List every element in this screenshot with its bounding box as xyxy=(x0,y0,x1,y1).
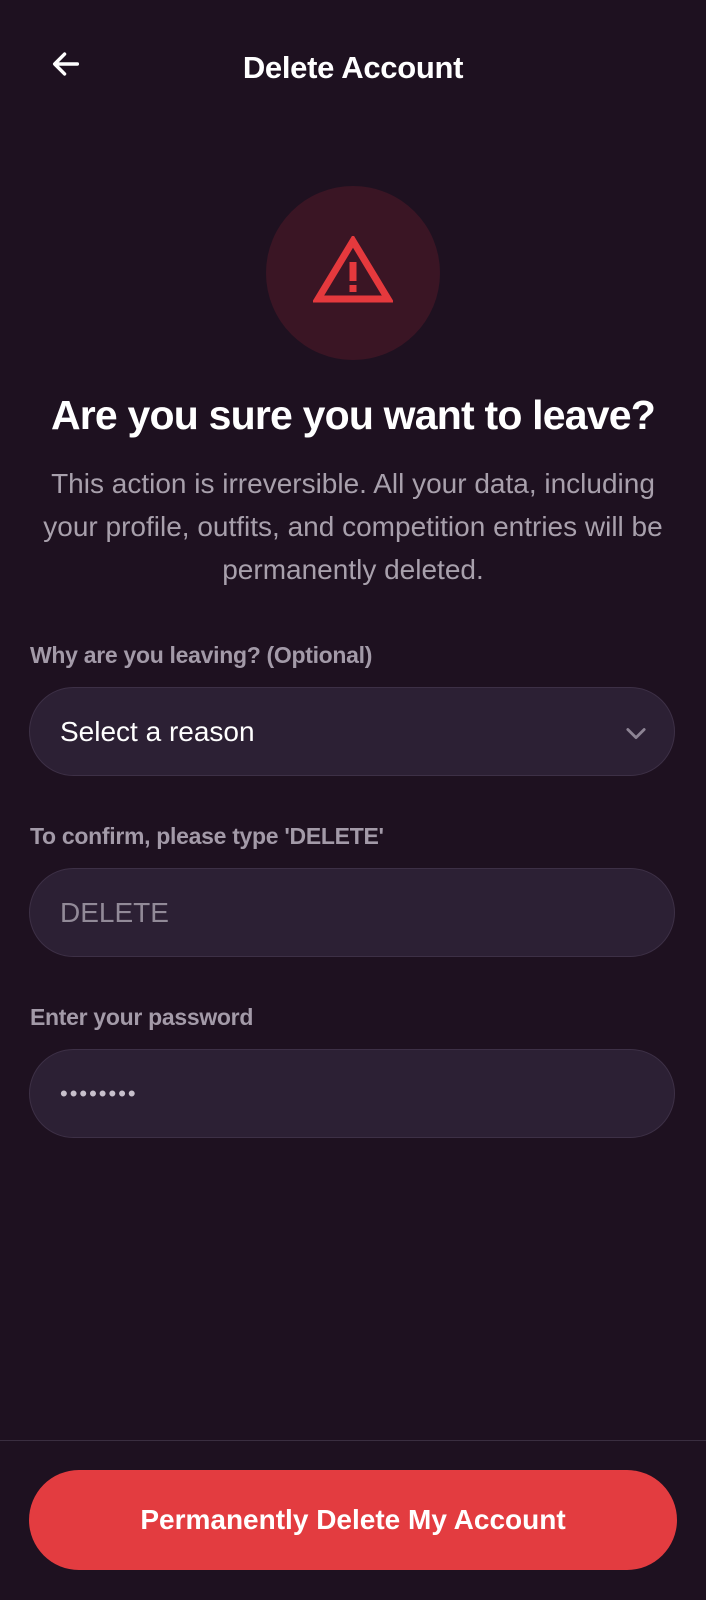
reason-select-value: Select a reason xyxy=(60,715,255,747)
chevron-down-icon xyxy=(622,719,650,747)
warning-badge xyxy=(266,186,440,360)
app-header: Delete Account xyxy=(0,0,706,140)
password-input[interactable]: •••••••• xyxy=(29,1049,675,1138)
reason-select[interactable]: Select a reason xyxy=(29,687,675,776)
password-label: Enter your password xyxy=(30,1004,254,1030)
delete-account-screen: Delete Account Are you sure you want to … xyxy=(0,0,706,1600)
confirmation-heading: Are you sure you want to leave? xyxy=(50,392,656,438)
warning-triangle-icon xyxy=(311,233,395,311)
permanently-delete-button[interactable]: Permanently Delete My Account xyxy=(29,1470,677,1570)
confirm-delete-placeholder: DELETE xyxy=(60,896,169,928)
page-title: Delete Account xyxy=(242,50,464,85)
password-masked-value: •••••••• xyxy=(60,1080,138,1106)
footer-divider xyxy=(0,1440,706,1441)
confirm-delete-input[interactable]: DELETE xyxy=(29,868,675,957)
confirm-label: To confirm, please type 'DELETE' xyxy=(30,823,384,849)
reason-label: Why are you leaving? (Optional) xyxy=(30,642,373,668)
warning-description: This action is irreversible. All your da… xyxy=(43,468,663,585)
